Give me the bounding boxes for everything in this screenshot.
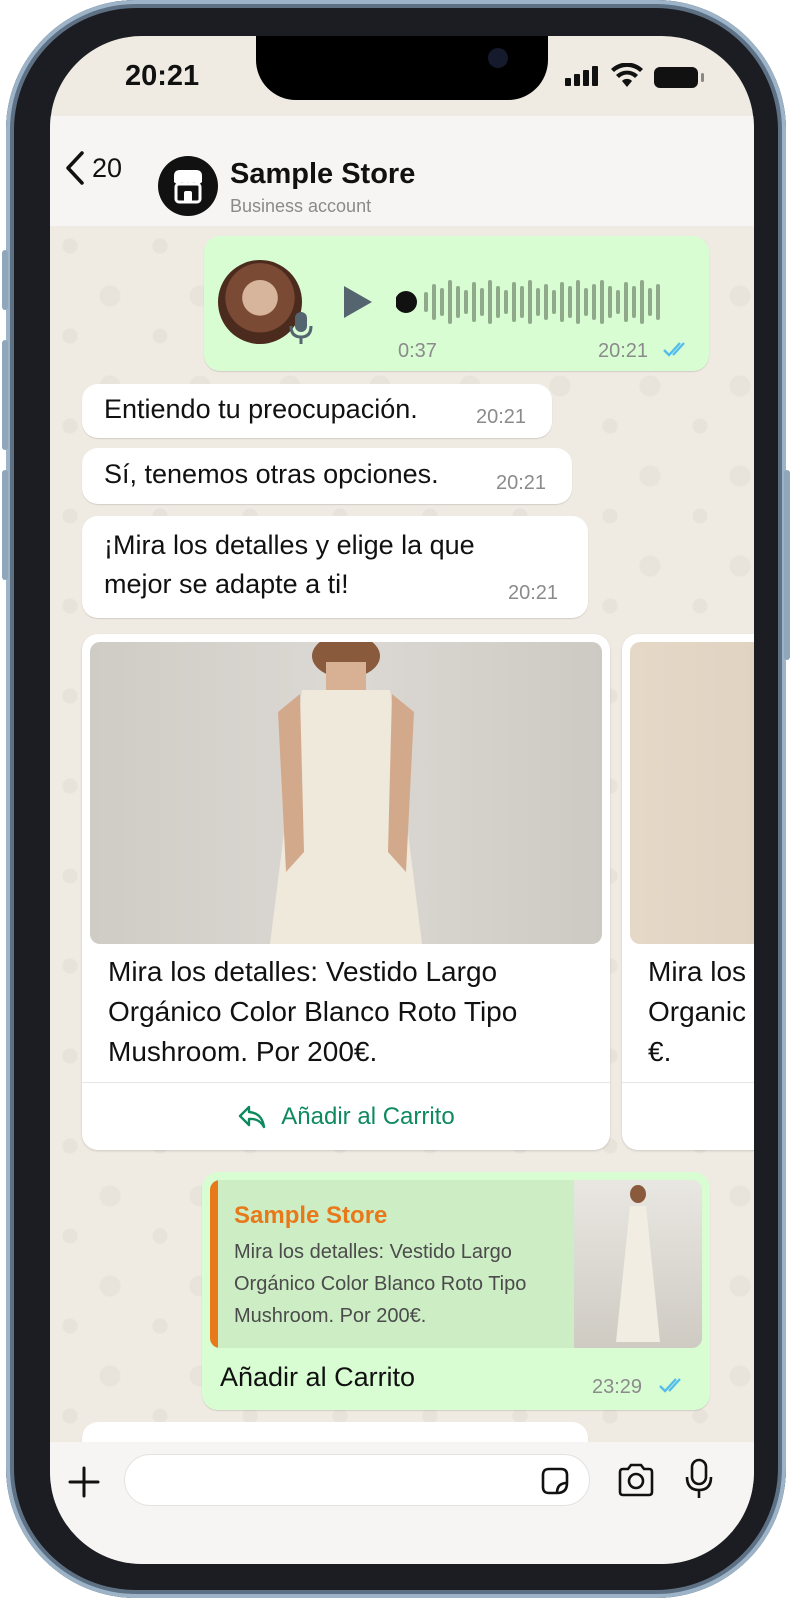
quote-accent-bar <box>210 1180 218 1348</box>
chat-header: 20 Sample Store Business account <box>50 116 754 226</box>
quote-text: Mira los detalles: Vestido Largo Orgánic… <box>234 1236 574 1332</box>
product-carousel[interactable]: Mira los detalles: Vestido Largo Orgánic… <box>82 634 754 1154</box>
product-caption: Mira los detalles: Vestido Largo Orgánic… <box>108 952 578 1072</box>
status-time: 20:21 <box>125 60 200 92</box>
product-image[interactable] <box>630 642 754 944</box>
microphone-icon <box>289 312 313 344</box>
product-caption: Mira los Organic €. <box>648 952 754 1072</box>
add-to-cart-button[interactable]: Añadir al Carrito <box>82 1084 610 1150</box>
caption-line: Organic <box>648 996 747 1027</box>
message-text: Sí, tenemos otras opciones. <box>104 459 439 489</box>
quote-line: Mira los detalles: Vestido Largo <box>234 1241 512 1263</box>
power-button <box>784 470 790 660</box>
message-time: 20:21 <box>598 340 649 362</box>
voice-duration: 0:37 <box>398 340 437 362</box>
quote-author: Sample Store <box>234 1202 388 1229</box>
screen: 20:21 20 Sample Store Business account 0… <box>50 36 754 1564</box>
message-input-bar <box>50 1442 754 1564</box>
caption-line: Mira los <box>648 956 747 987</box>
dress-photo <box>270 642 422 944</box>
front-camera <box>488 48 508 68</box>
quote-line: Mushroom. Por 200€. <box>234 1305 427 1327</box>
message-text-line: mejor se adapte a ti! <box>104 569 349 599</box>
caption-line: Orgánico Color Blanco Roto Tipo <box>108 996 518 1027</box>
double-check-icon <box>659 1378 681 1393</box>
divider <box>622 1082 754 1083</box>
sticker-icon[interactable] <box>539 1465 571 1497</box>
battery-icon <box>654 67 704 88</box>
product-card[interactable]: Mira los detalles: Vestido Largo Orgánic… <box>82 634 610 1150</box>
camera-icon[interactable] <box>616 1462 656 1498</box>
message-time: 20:21 <box>508 582 559 604</box>
volume-up-button <box>2 340 8 450</box>
wifi-icon <box>611 63 643 87</box>
chat-subtitle: Business account <box>230 196 372 216</box>
incoming-message[interactable]: Entiendo tu preocupación. 20:21 <box>82 384 552 438</box>
phone-frame: 20:21 20 Sample Store Business account 0… <box>2 0 790 1598</box>
microphone-icon[interactable] <box>684 1458 714 1500</box>
quote-line: Orgánico Color Blanco Roto Tipo <box>234 1273 527 1295</box>
notch <box>256 36 548 100</box>
play-icon[interactable] <box>342 284 374 320</box>
quote-thumbnail <box>574 1180 702 1348</box>
message-text: Entiendo tu preocupación. <box>104 394 418 424</box>
caption-line: Mira los detalles: Vestido Largo <box>108 956 498 987</box>
divider <box>82 1082 610 1083</box>
outgoing-reply-message[interactable]: Sample Store Mira los detalles: Vestido … <box>202 1172 710 1410</box>
caption-line: €. <box>648 1036 672 1067</box>
message-text: Añadir al Carrito <box>220 1362 416 1392</box>
unread-count: 20 <box>92 152 123 183</box>
voice-waveform[interactable] <box>396 276 666 328</box>
chat-title[interactable]: Sample Store <box>230 158 415 191</box>
mute-switch <box>2 250 8 310</box>
back-button[interactable]: 20 <box>64 150 122 186</box>
chat-area[interactable]: 0:37 20:21 Entiendo tu preocupación. 20:… <box>50 226 754 1474</box>
cellular-signal-icon <box>565 66 598 86</box>
incoming-message[interactable]: Sí, tenemos otras opciones. 20:21 <box>82 448 572 504</box>
product-card[interactable]: Mira los Organic €. <box>622 634 754 1150</box>
message-time: 20:21 <box>476 406 527 428</box>
plus-icon[interactable] <box>66 1464 102 1500</box>
voice-message[interactable]: 0:37 20:21 <box>204 236 709 371</box>
double-check-icon <box>663 342 685 357</box>
message-time: 23:29 <box>592 1376 643 1398</box>
quoted-message[interactable]: Sample Store Mira los detalles: Vestido … <box>210 1180 702 1348</box>
message-time: 20:21 <box>496 472 547 494</box>
dress-thumbnail <box>616 1185 660 1342</box>
store-icon <box>174 170 202 204</box>
back-chevron-icon <box>66 151 84 185</box>
message-input[interactable] <box>124 1454 590 1506</box>
reply-icon <box>239 1105 266 1129</box>
volume-down-button <box>2 470 8 580</box>
add-to-cart-label: Añadir al Carrito <box>281 1103 455 1130</box>
product-image[interactable] <box>90 642 602 944</box>
caption-line: Mushroom. Por 200€. <box>108 1036 378 1067</box>
store-avatar[interactable] <box>158 156 218 216</box>
incoming-message[interactable]: ¡Mira los detalles y elige la que mejor … <box>82 516 588 618</box>
message-text-line: ¡Mira los detalles y elige la que <box>104 530 475 560</box>
